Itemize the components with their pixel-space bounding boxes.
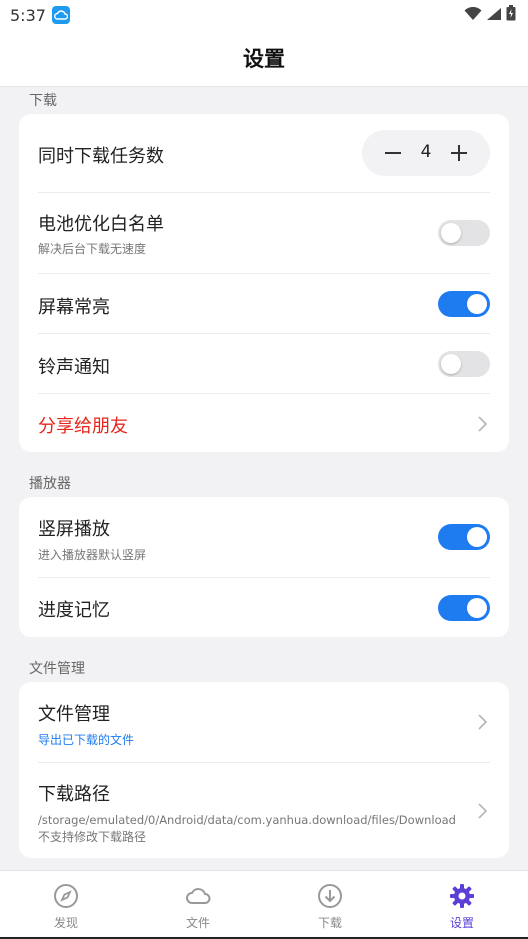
battery-whitelist-toggle[interactable]	[438, 220, 490, 246]
battery-whitelist-row[interactable]: 电池优化白名单 解决后台下载无速度	[38, 206, 490, 256]
battery-icon	[506, 5, 516, 25]
portrait-play-row[interactable]: 竖屏播放 进入播放器默认竖屏	[38, 513, 490, 563]
download-path-note: 不支持修改下载路径	[38, 830, 147, 844]
tab-settings[interactable]: 设置	[396, 871, 528, 939]
chevron-right-icon	[476, 414, 488, 434]
bottom-tab-bar: 发现 文件 下载 设置	[0, 870, 528, 939]
settings-gear-icon	[449, 883, 475, 909]
concurrent-tasks-value: 4	[420, 142, 432, 162]
portrait-play-toggle[interactable]	[438, 524, 490, 550]
download-settings-card: 同时下载任务数 4 电池优化白名单 解决后台下载无速度 屏幕常亮 铃声通知 分享…	[19, 114, 509, 452]
tab-download-label: 下载	[317, 916, 342, 930]
keep-screen-on-label: 屏幕常亮	[38, 297, 110, 318]
progress-memory-toggle[interactable]	[438, 595, 490, 621]
status-time: 5:37	[10, 5, 46, 25]
concurrent-tasks-label: 同时下载任务数	[38, 146, 164, 167]
download-path-label: 下载路径	[38, 784, 110, 805]
plus-icon[interactable]	[449, 143, 469, 163]
section-label-files: 文件管理	[29, 661, 85, 677]
share-label: 分享给朋友	[38, 416, 128, 437]
signal-icon	[486, 6, 502, 25]
keep-screen-on-toggle[interactable]	[438, 291, 490, 317]
portrait-play-subtitle: 进入播放器默认竖屏	[38, 548, 147, 562]
download-icon	[317, 883, 343, 909]
ringtone-notify-toggle[interactable]	[438, 351, 490, 377]
concurrent-tasks-stepper[interactable]: 4	[362, 130, 490, 176]
page-title: 设置	[243, 47, 285, 71]
section-label-download: 下载	[29, 93, 57, 109]
tab-discover[interactable]: 发现	[0, 871, 132, 939]
ringtone-notify-row[interactable]: 铃声通知	[38, 334, 490, 394]
battery-whitelist-subtitle: 解决后台下载无速度	[38, 242, 147, 256]
concurrent-tasks-row: 同时下载任务数 4	[38, 130, 490, 176]
wifi-icon	[464, 6, 482, 25]
download-path-value: /storage/emulated/0/Android/data/com.yan…	[38, 813, 456, 827]
file-settings-card: 文件管理 导出已下载的文件 下载路径 /storage/emulated/0/A…	[19, 682, 509, 858]
chevron-right-icon	[476, 801, 488, 821]
tab-discover-label: 发现	[53, 916, 78, 930]
file-manage-label: 文件管理	[38, 704, 110, 725]
keep-screen-on-row[interactable]: 屏幕常亮	[38, 274, 490, 334]
file-manage-row[interactable]: 文件管理 导出已下载的文件	[38, 698, 490, 750]
progress-memory-label: 进度记忆	[38, 600, 110, 621]
share-row[interactable]: 分享给朋友	[38, 394, 490, 452]
tab-settings-label: 设置	[449, 916, 474, 930]
cloud-icon	[51, 6, 70, 24]
portrait-play-label: 竖屏播放	[38, 519, 110, 540]
divider	[38, 762, 490, 763]
app-header: 设置	[0, 30, 528, 87]
progress-memory-row[interactable]: 进度记忆	[38, 578, 490, 637]
file-manage-subtitle: 导出已下载的文件	[38, 733, 135, 747]
tab-files-label: 文件	[185, 916, 210, 930]
cloud-icon	[185, 883, 211, 909]
divider	[38, 192, 490, 193]
section-label-player: 播放器	[29, 476, 71, 492]
tab-download[interactable]: 下载	[264, 871, 396, 939]
download-path-row[interactable]: 下载路径 /storage/emulated/0/Android/data/co…	[38, 778, 490, 848]
compass-icon	[53, 883, 79, 909]
ringtone-notify-label: 铃声通知	[38, 357, 110, 378]
tab-files[interactable]: 文件	[132, 871, 264, 939]
chevron-right-icon	[476, 712, 488, 732]
battery-whitelist-label: 电池优化白名单	[38, 214, 164, 235]
status-bar: 5:37	[0, 0, 528, 30]
player-settings-card: 竖屏播放 进入播放器默认竖屏 进度记忆	[19, 497, 509, 637]
